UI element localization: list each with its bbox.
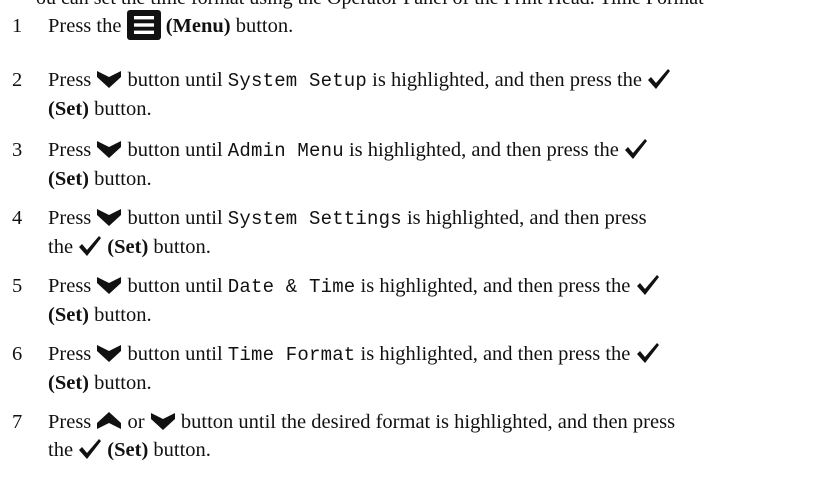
step-text-part: is highlighted, and then press <box>401 207 647 229</box>
menu-item-name: Date & Time <box>227 276 356 298</box>
step-text-part: the <box>48 439 79 461</box>
step-number: 5 <box>12 275 23 297</box>
step-number: 4 <box>12 207 23 229</box>
set-button-label: (Set) <box>107 439 149 461</box>
set-button-label: (Set) <box>48 98 89 120</box>
step-number: 1 <box>12 15 23 37</box>
step-text-part: Press <box>48 343 97 365</box>
set-button-label: (Set) <box>48 168 89 190</box>
step-text-part: is highlighted, and then press the <box>343 139 624 161</box>
menu-item-name: System Setup <box>227 70 368 92</box>
menu-icon <box>126 10 161 41</box>
set-button-label: (Set) <box>48 372 89 394</box>
checkmark-icon <box>624 137 648 161</box>
step-text-part: is highlighted, and then press the <box>367 69 648 91</box>
step-text-part: button. <box>88 372 152 394</box>
step-3: 3 Press button until Admin Menu is highl… <box>12 136 812 193</box>
step-text-part: button. <box>148 236 211 258</box>
step-text: Press button until System Setup is highl… <box>48 66 812 123</box>
step-text: Press or button until the desired format… <box>48 408 812 464</box>
step-text: Press button until Date & Time is highli… <box>48 272 812 329</box>
step-text-part: Press <box>48 139 97 161</box>
checkmark-icon <box>78 234 102 258</box>
step-text-part: is highlighted, and then press the <box>355 343 636 365</box>
step-text: Press button until System Settings is hi… <box>48 204 812 261</box>
down-arrow-icon <box>96 343 122 363</box>
step-text-part: the <box>48 236 79 258</box>
step-text-part: or <box>122 411 150 433</box>
step-2: 2 Press button until System Setup is hig… <box>12 66 812 123</box>
step-text-part: button. <box>88 98 152 120</box>
step-text-part: button until <box>122 207 228 229</box>
step-text-part: button until the desired format is highl… <box>175 411 676 433</box>
step-7: 7 Press or button until the desired form… <box>12 408 812 464</box>
step-text-part: button until <box>122 275 228 297</box>
step-text-part: Press <box>48 411 97 433</box>
down-arrow-icon <box>96 139 122 159</box>
checkmark-icon <box>636 273 660 297</box>
step-text-part: Press <box>48 69 97 91</box>
instruction-page: ou can set the time format using the Ope… <box>0 0 839 494</box>
step-text-part: button until <box>122 343 228 365</box>
step-text: Press the (Menu) button. <box>48 10 812 42</box>
step-number: 3 <box>12 139 23 161</box>
down-arrow-icon <box>96 275 122 295</box>
checkmark-icon <box>78 437 102 461</box>
down-arrow-icon <box>150 411 176 431</box>
step-text-part: button until <box>122 69 228 91</box>
set-button-label: (Set) <box>48 304 89 326</box>
step-6: 6 Press button until Time Format is high… <box>12 340 812 397</box>
step-text-part: Press <box>48 275 97 297</box>
step-number: 7 <box>12 411 23 433</box>
menu-item-name: Admin Menu <box>227 140 344 162</box>
checkmark-icon <box>647 67 671 91</box>
step-1: 1 Press the (Menu) button. <box>12 10 812 42</box>
down-arrow-icon <box>96 69 122 89</box>
cutoff-heading-text: ou can set the time format using the Ope… <box>36 0 704 9</box>
step-text: Press button until Time Format is highli… <box>48 340 812 397</box>
step-4: 4 Press button until System Settings is … <box>12 204 812 261</box>
step-number: 2 <box>12 69 23 91</box>
step-text-part: button until <box>122 139 228 161</box>
step-5: 5 Press button until Date & Time is high… <box>12 272 812 329</box>
step-number: 6 <box>12 343 23 365</box>
up-arrow-icon <box>96 411 122 431</box>
menu-button-label: (Menu) <box>165 15 231 37</box>
down-arrow-icon <box>96 207 122 227</box>
step-text-part: button. <box>88 304 152 326</box>
checkmark-icon <box>636 341 660 365</box>
menu-item-name: Time Format <box>227 344 356 366</box>
step-text-part: button. <box>230 15 294 37</box>
step-text-part: Press the <box>48 15 127 37</box>
step-text-part: button. <box>88 168 152 190</box>
step-text: Press button until Admin Menu is highlig… <box>48 136 812 193</box>
step-text-part: button. <box>148 439 211 461</box>
step-text-part: is highlighted, and then press the <box>355 275 636 297</box>
step-text-part: Press <box>48 207 97 229</box>
set-button-label: (Set) <box>107 236 149 258</box>
menu-item-name: System Settings <box>227 208 402 230</box>
